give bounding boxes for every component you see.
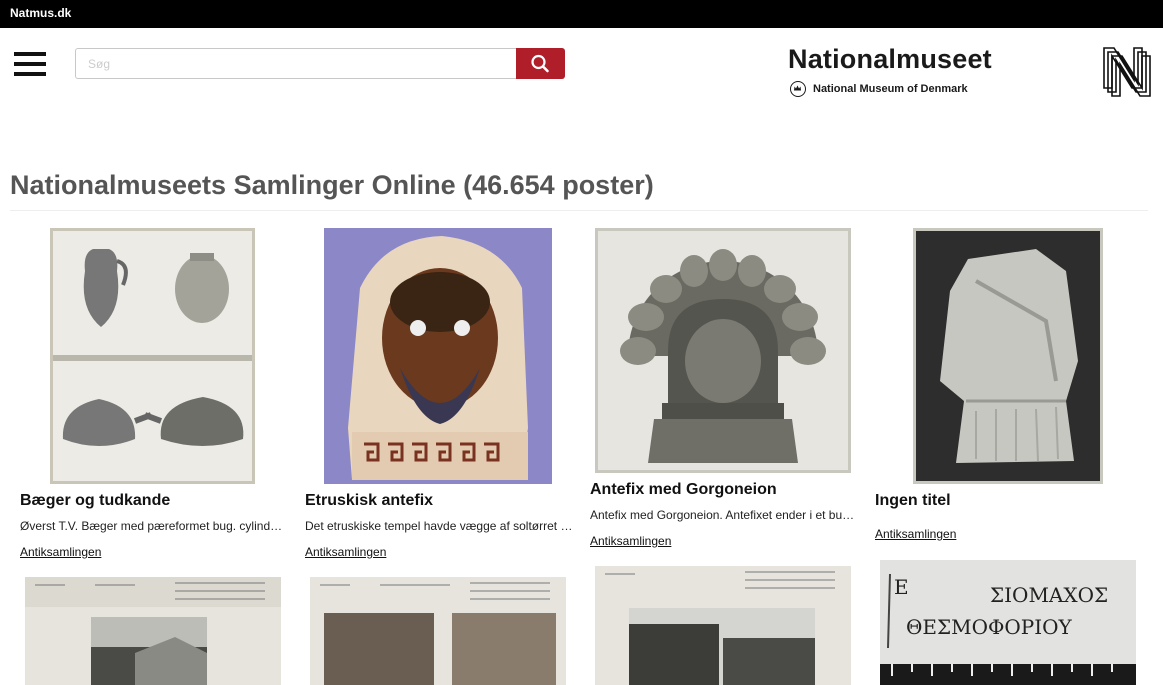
result-image[interactable] — [595, 228, 851, 473]
result-image[interactable] — [595, 566, 851, 685]
n-logo-icon[interactable] — [1100, 44, 1156, 102]
collection-link[interactable]: Antiksamlingen — [20, 545, 101, 559]
collection-link[interactable]: Antiksamlingen — [305, 545, 386, 559]
search-button[interactable] — [516, 48, 565, 79]
menu-icon[interactable] — [14, 52, 46, 78]
search-icon — [531, 54, 549, 73]
result-image[interactable] — [25, 577, 281, 685]
inscription-line-1: ΣΙΟΜΑΧΟΣ — [990, 583, 1108, 607]
crown-icon — [790, 81, 806, 97]
search-input[interactable] — [75, 48, 517, 79]
result-description: Antefix med Gorgoneion. Antefixet ender … — [590, 508, 858, 522]
result-card[interactable]: Etruskisk antefix Det etruskiske tempel … — [305, 228, 573, 568]
inscription-letter: E — [894, 575, 909, 599]
result-title[interactable]: Etruskisk antefix — [305, 492, 433, 510]
result-card[interactable]: Ingen titel Antiksamlingen — [875, 228, 1143, 548]
collection-link[interactable]: Antiksamlingen — [590, 534, 671, 548]
result-title[interactable]: Antefix med Gorgoneion — [590, 481, 777, 499]
natmus-link[interactable]: Natmus.dk — [10, 6, 71, 20]
brand-logo[interactable]: Nationalmuseet National Museum of Denmar… — [788, 44, 1028, 104]
result-image[interactable] — [913, 228, 1103, 484]
inscription-line-2: ΘΕΣΜΟΦΟΡΙΟΥ — [906, 615, 1073, 639]
result-image[interactable] — [310, 577, 566, 685]
divider — [10, 210, 1148, 211]
result-image[interactable] — [50, 228, 255, 484]
search-bar — [75, 48, 565, 79]
page-title: Nationalmuseets Samlinger Online (46.654… — [10, 170, 654, 200]
result-card[interactable]: Antefix med Gorgoneion Antefix med Gorgo… — [590, 228, 858, 558]
result-image[interactable] — [324, 228, 552, 484]
topbar: Natmus.dk — [0, 0, 1163, 28]
result-title[interactable]: Ingen titel — [875, 492, 951, 510]
brand-name: Nationalmuseet — [788, 44, 992, 74]
result-image[interactable]: E ΣΙΟΜΑΧΟΣ ΘΕΣΜΟΦΟΡΙΟΥ — [880, 560, 1136, 685]
result-title[interactable]: Bæger og tudkande — [20, 492, 170, 510]
result-description: Øverst T.V. Bæger med pæreformet bug. cy… — [20, 519, 288, 533]
brand-subtitle: National Museum of Denmark — [813, 83, 968, 95]
collection-link[interactable]: Antiksamlingen — [875, 527, 956, 541]
header: Nationalmuseet National Museum of Denmar… — [0, 28, 1163, 138]
result-card[interactable]: Bæger og tudkande Øverst T.V. Bæger med … — [20, 228, 288, 568]
result-description: Det etruskiske tempel havde vægge af sol… — [305, 519, 573, 533]
